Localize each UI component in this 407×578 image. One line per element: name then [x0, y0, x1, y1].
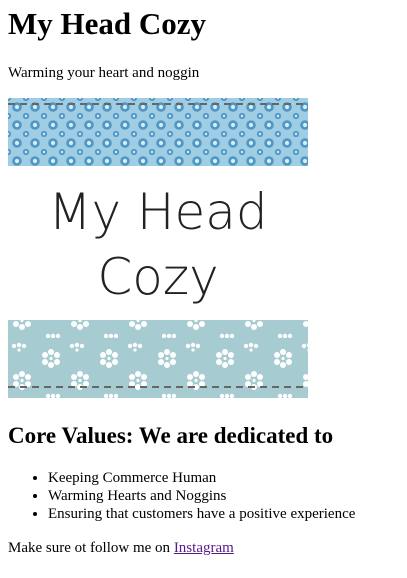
list-item: Warming Hearts and Noggins	[48, 487, 355, 505]
site-title: My Head Cozy	[8, 6, 207, 41]
follow-text-prefix: Make sure ot follow me on	[8, 540, 174, 556]
site-tagline: Warming your heart and noggin	[8, 65, 200, 81]
core-values-heading: Core Values: We are dedicated to	[8, 423, 334, 448]
list-item: Keeping Commerce Human	[48, 469, 355, 487]
logo-text-line1: My Head	[48, 183, 267, 241]
top-pattern-band	[8, 98, 308, 166]
list-item: Ensuring that customers have a positive …	[48, 505, 355, 523]
follow-text: Make sure ot follow me on Instagram	[8, 539, 234, 557]
instagram-link[interactable]: Instagram	[174, 540, 234, 556]
core-values-list: Keeping Commerce Human Warming Hearts an…	[8, 469, 355, 523]
logo-text-line2: Cozy	[97, 248, 218, 306]
logo-image: My Head Cozy	[8, 98, 308, 398]
logo-graphic: My Head Cozy	[8, 98, 308, 398]
